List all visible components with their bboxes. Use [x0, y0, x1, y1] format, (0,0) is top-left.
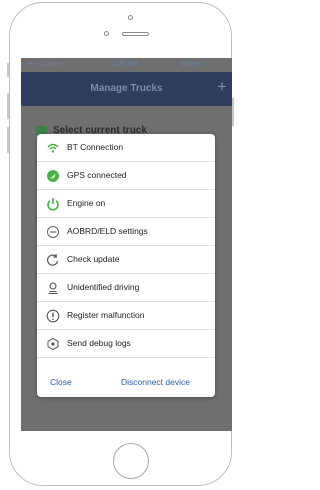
status-bar: •••◦◦ Carrier 1:20 PM 100%: [21, 58, 232, 72]
close-button[interactable]: Close: [50, 377, 72, 387]
camera-icon: [128, 15, 133, 20]
menu-item-label: Send debug logs: [67, 338, 131, 348]
menu-item-label: Unidentified driving: [67, 282, 140, 292]
menu-item-gps[interactable]: GPS connected: [37, 162, 215, 190]
alert-icon: [46, 309, 60, 323]
volume-down-button: [7, 127, 9, 153]
menu-item-send-debug-logs[interactable]: Send debug logs: [37, 330, 215, 358]
battery-text: 100%: [181, 61, 199, 68]
disconnect-device-button[interactable]: Disconnect device: [121, 377, 190, 387]
gps-icon: [47, 170, 59, 182]
debug-icon: [47, 337, 59, 351]
menu-item-label: Register malfunction: [67, 310, 145, 320]
menu-item-label: BT Connection: [67, 142, 124, 152]
refresh-icon: [47, 253, 59, 266]
device-menu-dialog: BT Connection GPS connected Engine on AO…: [37, 134, 215, 397]
add-truck-button[interactable]: +: [217, 77, 227, 97]
menu-item-label: GPS connected: [67, 170, 127, 180]
menu-item-settings[interactable]: AOBRD/ELD settings: [37, 218, 215, 246]
page-title: Manage Trucks: [90, 83, 163, 94]
menu-item-label: Engine on: [67, 198, 106, 208]
menu-item-unidentified-driving[interactable]: Unidentified driving: [37, 274, 215, 302]
menu-item-label: AOBRD/ELD settings: [67, 226, 148, 236]
menu-item-engine[interactable]: Engine on: [37, 190, 215, 218]
menu-item-check-update[interactable]: Check update: [37, 246, 215, 274]
carrier-text: •••◦◦ Carrier: [27, 61, 63, 68]
menu-item-register-malfunction[interactable]: Register malfunction: [37, 302, 215, 330]
time-text: 1:20 PM: [112, 61, 139, 68]
sensor-icon: [104, 31, 109, 36]
power-icon: [47, 198, 59, 211]
mute-switch: [7, 63, 9, 77]
driver-icon: [48, 282, 58, 295]
volume-up-button: [7, 93, 9, 119]
speaker-grille: [122, 32, 149, 36]
screen: •••◦◦ Carrier 1:20 PM 100% Manage Trucks…: [21, 58, 232, 431]
wifi-icon: [47, 143, 59, 153]
settings-icon: [47, 226, 59, 238]
dialog-footer: Close Disconnect device: [37, 367, 215, 397]
power-button: [232, 98, 234, 126]
menu-item-bt-connection[interactable]: BT Connection: [37, 134, 215, 162]
home-button[interactable]: [113, 443, 149, 479]
nav-bar: Manage Trucks +: [21, 72, 232, 106]
menu-item-label: Check update: [67, 254, 120, 264]
